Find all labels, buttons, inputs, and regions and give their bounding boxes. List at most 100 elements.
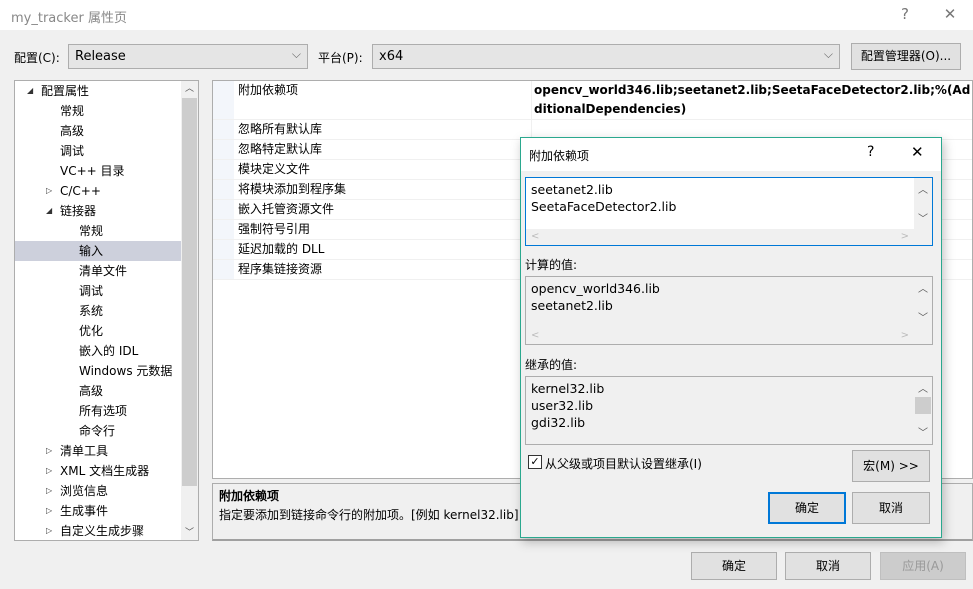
row-gutter xyxy=(213,81,234,119)
dependencies-edit[interactable]: seetanet2.lib SeetaFaceDetector2.lib ︿ ﹀ <… xyxy=(525,177,933,246)
dialog-help-button[interactable]: ? xyxy=(867,144,874,160)
tree-item[interactable]: VC++ 目录 xyxy=(15,161,181,181)
computed-line: seetanet2.lib xyxy=(531,298,613,313)
property-name: 模块定义文件 xyxy=(238,162,311,176)
collapsed-arrow-icon[interactable]: ▷ xyxy=(46,521,52,541)
close-button[interactable]: ✕ xyxy=(940,5,960,23)
inherit-checkbox-label[interactable]: 从父级或项目默认设置继承(I) xyxy=(545,455,702,472)
expanded-arrow-icon[interactable]: ◢ xyxy=(27,81,33,101)
row-gutter xyxy=(213,200,234,219)
tree-item-label: 配置属性 xyxy=(41,84,90,98)
property-name: 强制符号引用 xyxy=(238,222,311,236)
row-gutter xyxy=(213,260,234,279)
tree-item-label: 所有选项 xyxy=(79,404,128,418)
row-gutter xyxy=(213,240,234,259)
tree-item[interactable]: 调试 xyxy=(15,141,181,161)
vertical-scrollbar[interactable]: ︿ ﹀ xyxy=(914,377,932,444)
horizontal-scrollbar[interactable]: < > xyxy=(526,229,914,245)
tree-item-label: 链接器 xyxy=(60,204,97,218)
config-value: Release xyxy=(75,49,126,64)
tree-item[interactable]: 嵌入的 IDL xyxy=(15,341,181,361)
property-name: 程序集链接资源 xyxy=(238,262,323,276)
dialog-close-button[interactable]: ✕ xyxy=(911,143,924,161)
tree-item[interactable]: 调试 xyxy=(15,281,181,301)
collapsed-arrow-icon[interactable]: ▷ xyxy=(46,501,52,521)
additional-dependencies-dialog: 附加依赖项 ? ✕ seetanet2.lib SeetaFaceDetector… xyxy=(520,137,942,538)
tree-item[interactable]: 常规 xyxy=(15,221,181,241)
tree-item[interactable]: ▷ 浏览信息 xyxy=(15,481,181,501)
tree-item-label: 高级 xyxy=(79,384,104,398)
help-button[interactable]: ? xyxy=(895,5,915,23)
tree-item-label: 生成事件 xyxy=(60,504,109,518)
inherited-label: 继承的值: xyxy=(525,358,578,372)
vertical-scrollbar[interactable]: ︿ ﹀ xyxy=(914,178,932,245)
row-gutter xyxy=(213,140,234,159)
property-name: 嵌入托管资源文件 xyxy=(238,202,335,216)
dialog-ok-button[interactable]: 确定 xyxy=(768,492,846,524)
tree-item[interactable]: ◢ 配置属性 xyxy=(15,81,181,101)
tree-item-label: 调试 xyxy=(60,144,85,158)
tree-item[interactable]: 输入 xyxy=(15,241,181,261)
collapsed-arrow-icon[interactable]: ▷ xyxy=(46,481,52,501)
tree-item[interactable]: ▷ C/C++ xyxy=(15,181,181,201)
tree-item-label: 浏览信息 xyxy=(60,484,109,498)
computed-label: 计算的值: xyxy=(525,258,578,272)
tree-item[interactable]: 所有选项 xyxy=(15,401,181,421)
tree-item[interactable]: 系统 xyxy=(15,301,181,321)
tree-item[interactable]: 优化 xyxy=(15,321,181,341)
tree-item[interactable]: ▷ 清单工具 xyxy=(15,441,181,461)
category-tree[interactable]: ▷ 自定义生成步骤 ▷ 生成事件 ▷ 浏览信息 ▷ XML 文档生成器 ▷ 清单工具 命令行 所有选项… xyxy=(14,80,199,541)
scroll-up-icon[interactable]: ︿ xyxy=(181,81,198,94)
window-title: my_tracker 属性页 xyxy=(11,11,127,26)
tree-item-label: 清单工具 xyxy=(60,444,109,458)
tree-item-label: VC++ 目录 xyxy=(60,164,125,178)
collapsed-arrow-icon[interactable]: ▷ xyxy=(46,461,52,481)
property-name: 忽略所有默认库 xyxy=(238,122,323,136)
tree-item-label: 自定义生成步骤 xyxy=(60,524,145,538)
tree-item-label: C/C++ xyxy=(60,184,101,198)
apply-button[interactable]: 应用(A) xyxy=(880,552,966,580)
vertical-scrollbar[interactable]: ︿ ﹀ xyxy=(914,277,932,344)
tree-item[interactable]: Windows 元数据 xyxy=(15,361,181,381)
tree-item[interactable]: ▷ 生成事件 xyxy=(15,501,181,521)
edit-line: SeetaFaceDetector2.lib xyxy=(531,199,677,214)
tree-item[interactable]: ◢ 链接器 xyxy=(15,201,181,221)
row-gutter xyxy=(213,120,234,139)
tree-item-label: 优化 xyxy=(79,324,104,338)
property-name: 附加依赖项 xyxy=(238,83,299,97)
tree-item[interactable]: 命令行 xyxy=(15,421,181,441)
computed-line: opencv_world346.lib xyxy=(531,281,660,296)
property-value[interactable]: opencv_world346.lib;seetanet2.lib;SeetaF… xyxy=(531,81,972,119)
scroll-down-icon[interactable]: ﹀ xyxy=(181,525,198,538)
tree-item[interactable]: ▷ XML 文档生成器 xyxy=(15,461,181,481)
tree-item[interactable]: ▷ 自定义生成步骤 xyxy=(15,521,181,541)
cancel-button[interactable]: 取消 xyxy=(785,552,871,580)
config-label: 配置(C): xyxy=(14,51,60,65)
tree-item[interactable]: 高级 xyxy=(15,381,181,401)
scroll-thumb[interactable] xyxy=(182,98,197,486)
inherited-values-box: kernel32.lib user32.lib gdi32.lib ︿ ﹀ xyxy=(525,376,933,445)
inherited-line: user32.lib xyxy=(531,398,594,413)
platform-combo[interactable]: x64 ⌵ xyxy=(372,44,840,69)
config-combo[interactable]: Release ⌵ xyxy=(68,44,308,69)
property-row[interactable]: 附加依赖项 opencv_world346.lib;seetanet2.lib;S… xyxy=(213,81,972,120)
inherit-checkbox[interactable]: ✓ xyxy=(528,455,542,469)
tree-item[interactable]: 清单文件 xyxy=(15,261,181,281)
dialog-cancel-button[interactable]: 取消 xyxy=(852,492,930,524)
tree-item-label: 嵌入的 IDL xyxy=(79,344,139,358)
tree-item-label: 调试 xyxy=(79,284,104,298)
tree-item[interactable]: 高级 xyxy=(15,121,181,141)
config-manager-button[interactable]: 配置管理器(O)... xyxy=(851,43,961,70)
row-gutter xyxy=(213,220,234,239)
collapsed-arrow-icon[interactable]: ▷ xyxy=(46,181,52,201)
tree-scrollbar[interactable]: ︿ ﹀ xyxy=(181,81,198,540)
scroll-thumb[interactable] xyxy=(915,397,931,414)
ok-button[interactable]: 确定 xyxy=(691,552,777,580)
expanded-arrow-icon[interactable]: ◢ xyxy=(46,201,52,221)
horizontal-scrollbar[interactable]: < > xyxy=(526,328,914,344)
tree-item-label: 命令行 xyxy=(79,424,116,438)
tree-item[interactable]: 常规 xyxy=(15,101,181,121)
collapsed-arrow-icon[interactable]: ▷ xyxy=(46,441,52,461)
macro-button[interactable]: 宏(M) >> xyxy=(852,450,930,482)
computed-values-box: opencv_world346.lib seetanet2.lib ︿ ﹀ < > xyxy=(525,276,933,345)
